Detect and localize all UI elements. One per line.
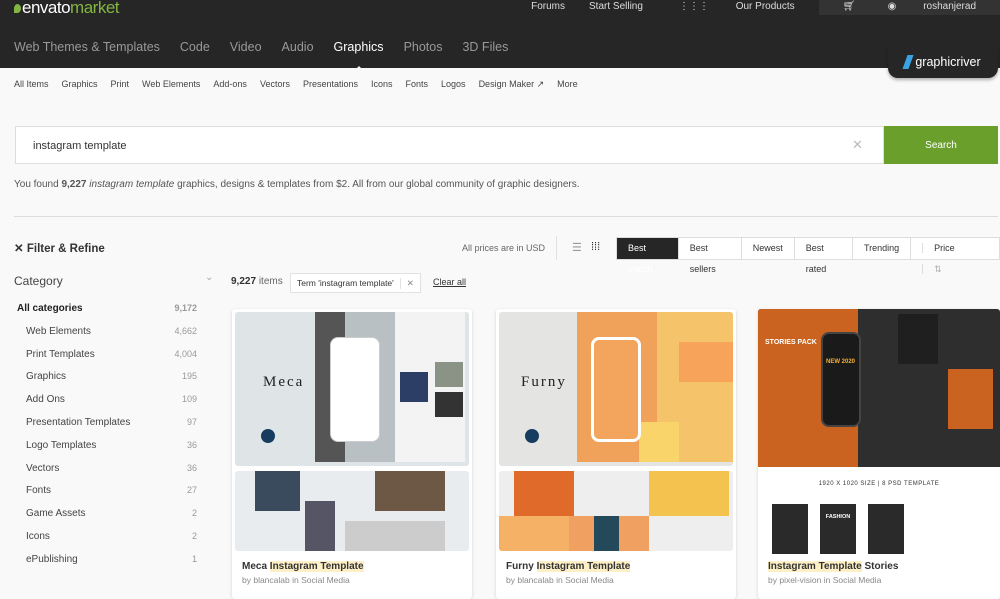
product-preview xyxy=(499,471,733,551)
term-chip: Term 'instagram template' ✕ xyxy=(290,273,421,293)
clear-search-icon[interactable]: ✕ xyxy=(852,137,863,153)
external-link-icon: ↗ xyxy=(536,79,545,89)
product-byline: by pixel-vision in Social Media xyxy=(768,575,882,585)
phone-mockup xyxy=(821,332,861,427)
product-thumbnail[interactable]: Furny xyxy=(499,312,733,466)
item-count: 9,227 items xyxy=(231,276,283,287)
product-preview xyxy=(235,471,469,551)
graphicriver-badge[interactable]: graphicriver xyxy=(888,46,998,78)
remove-term-icon[interactable]: ✕ xyxy=(399,277,420,289)
leaf-icon xyxy=(14,4,21,13)
product-preview xyxy=(772,504,808,554)
envato-market-logo[interactable]: envatomarket xyxy=(14,0,120,18)
subnav-design-maker[interactable]: Design Maker ↗ xyxy=(479,79,545,90)
category-item[interactable]: All categories 9,172 xyxy=(17,303,197,326)
subnav-icons[interactable]: Icons xyxy=(371,79,393,90)
forums-link[interactable]: Forums xyxy=(519,0,577,15)
list-view-icon[interactable]: ☰ xyxy=(572,241,582,254)
user-icon: ◉ xyxy=(887,1,897,12)
product-title[interactable]: Meca Instagram Template xyxy=(242,561,364,572)
search-input[interactable]: instagram template xyxy=(15,126,884,164)
phone-mockup xyxy=(591,337,641,442)
results-summary: You found 9,227 instagram template graph… xyxy=(14,179,580,190)
nav-web-themes[interactable]: Web Themes & Templates xyxy=(14,40,160,54)
category-item[interactable]: Presentation Templates 97 xyxy=(17,417,197,440)
start-selling-link[interactable]: Start Selling xyxy=(577,0,655,15)
sort-price[interactable]: Price ⇅ xyxy=(910,238,999,274)
clear-all-link[interactable]: Clear all xyxy=(433,277,466,287)
sort-arrows-icon: ⇅ xyxy=(922,264,953,274)
subnav-print[interactable]: Print xyxy=(111,79,130,90)
subnav-all-items[interactable]: All Items xyxy=(14,79,49,90)
nav-graphics[interactable]: Graphics xyxy=(334,40,384,71)
product-title[interactable]: Furny Instagram Template xyxy=(506,561,631,572)
top-links: Forums Start Selling ⋮⋮⋮ Our Products 🛒︎… xyxy=(519,0,1000,15)
main-nav: Web Themes & Templates Code Video Audio … xyxy=(14,40,508,71)
chevron-down-icon[interactable]: ⌄ xyxy=(205,272,213,283)
sort-best-sellers[interactable]: Best sellers xyxy=(677,238,741,274)
product-card[interactable]: Furny Furny Instagram Template by blanca… xyxy=(496,309,736,599)
category-item[interactable]: Web Elements 4,662 xyxy=(17,326,197,349)
subnav-more[interactable]: More xyxy=(557,79,578,90)
sort-newest[interactable]: Newest xyxy=(740,238,794,259)
currency-note: All prices are in USD xyxy=(462,243,546,253)
nav-photos[interactable]: Photos xyxy=(404,40,443,54)
cart-icon[interactable]: 🛒︎ xyxy=(831,0,876,13)
subnav-vectors[interactable]: Vectors xyxy=(260,79,290,90)
subnav-logos[interactable]: Logos xyxy=(441,79,466,90)
divider xyxy=(14,216,998,217)
nav-audio[interactable]: Audio xyxy=(282,40,314,54)
subnav-add-ons[interactable]: Add-ons xyxy=(213,79,247,90)
nav-3d-files[interactable]: 3D Files xyxy=(462,40,508,54)
category-item[interactable]: Add Ons 109 xyxy=(17,394,197,417)
our-products-link[interactable]: ⋮⋮⋮ Our Products xyxy=(655,0,819,15)
filter-toggle[interactable]: ✕ Filter & Refine xyxy=(14,241,105,255)
category-item[interactable]: ePublishing 1 xyxy=(17,554,197,577)
sort-best-match[interactable]: Best match xyxy=(617,238,678,274)
sort-options: Best match Best sellers Newest Best rate… xyxy=(616,237,1000,274)
product-title[interactable]: Instagram Template Stories xyxy=(768,561,898,572)
subnav-web-elements[interactable]: Web Elements xyxy=(142,79,200,90)
category-item[interactable]: Fonts 27 xyxy=(17,485,197,508)
subnav-presentations[interactable]: Presentations xyxy=(303,79,358,90)
subnav-graphics[interactable]: Graphics xyxy=(62,79,98,90)
category-item[interactable]: Vectors 36 xyxy=(17,463,197,486)
category-item[interactable]: Logo Templates 36 xyxy=(17,440,197,463)
product-thumbnail[interactable]: STORIES PACK NEW 2020 xyxy=(758,309,1000,467)
graphicriver-logo-icon xyxy=(902,55,914,69)
category-heading[interactable]: Category xyxy=(14,274,63,288)
product-thumbnail[interactable]: Meca xyxy=(235,312,469,466)
product-card[interactable]: Meca Meca Instagram Template by blancala… xyxy=(232,309,472,599)
grid-view-icon[interactable]: ⁞⁞⁞ xyxy=(591,241,600,253)
sub-nav: All Items Graphics Print Web Elements Ad… xyxy=(14,79,578,90)
category-item[interactable]: Game Assets 2 xyxy=(17,508,197,531)
category-list: All categories 9,172 Web Elements 4,662 Pr… xyxy=(17,303,197,577)
close-icon: ✕ xyxy=(14,243,27,255)
product-card[interactable]: STORIES PACK NEW 2020 1920 X 1020 SIZE |… xyxy=(758,309,1000,599)
user-area: 🛒︎ ◉ roshanjerad xyxy=(818,0,1000,15)
category-item[interactable]: Icons 2 xyxy=(17,531,197,554)
username[interactable]: roshanjerad xyxy=(911,0,988,13)
grid-icon: ⋮⋮⋮ xyxy=(678,1,712,12)
nav-code[interactable]: Code xyxy=(180,40,210,54)
subnav-fonts[interactable]: Fonts xyxy=(406,79,429,90)
product-byline: by blancalab in Social Media xyxy=(242,575,350,585)
sort-best-rated[interactable]: Best rated xyxy=(793,238,852,274)
category-item[interactable]: Print Templates 4,004 xyxy=(17,349,197,372)
search-button[interactable]: Search xyxy=(884,126,998,164)
sort-trending[interactable]: Trending xyxy=(851,238,910,259)
category-item[interactable]: Graphics 195 xyxy=(17,371,197,394)
nav-video[interactable]: Video xyxy=(230,40,262,54)
product-byline: by blancalab in Social Media xyxy=(506,575,614,585)
divider xyxy=(556,236,557,260)
